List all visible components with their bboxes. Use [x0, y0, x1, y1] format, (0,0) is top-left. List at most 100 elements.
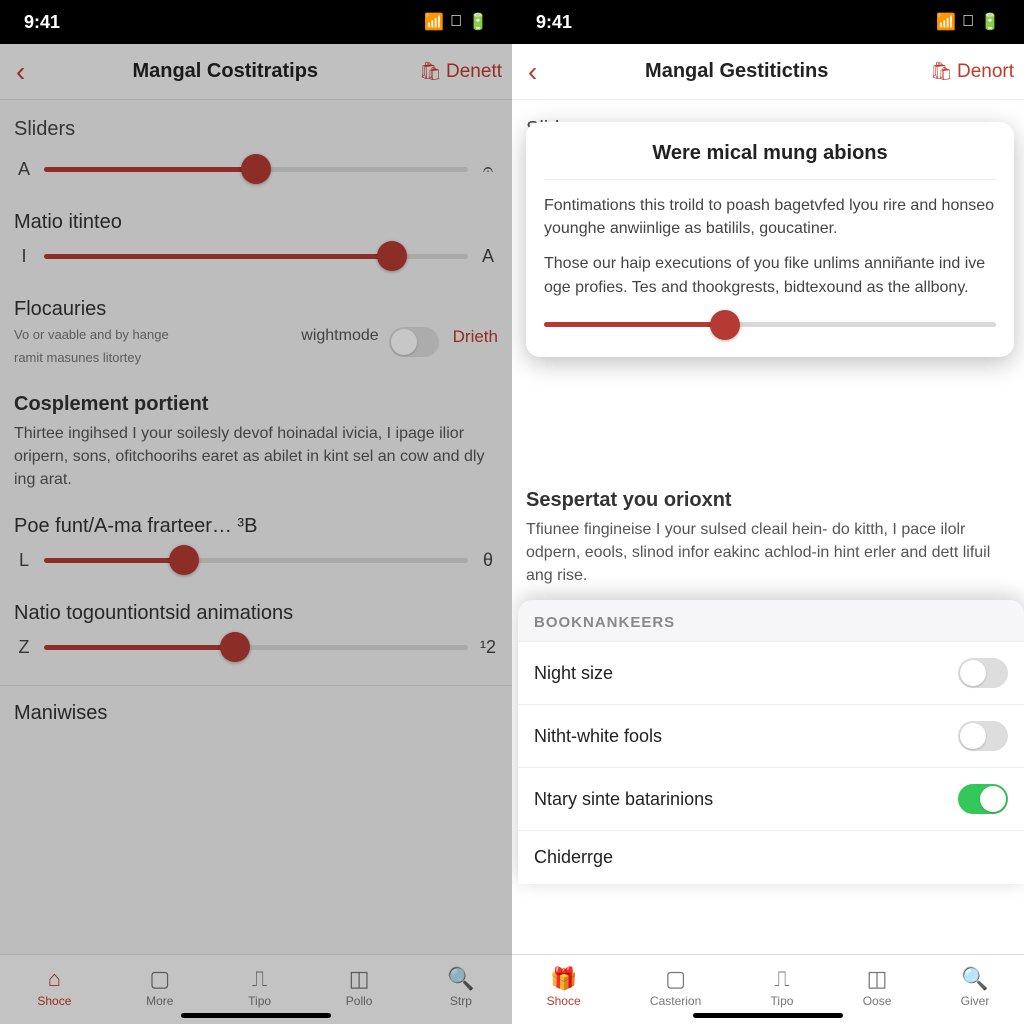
flocauries-row: Vo or vaable and by hange ramit masunes …: [0, 323, 512, 383]
back-icon[interactable]: ‹: [10, 56, 31, 88]
slider-poe[interactable]: L θ: [0, 540, 512, 592]
tab-tipo[interactable]: ⎍Tipo: [771, 966, 794, 1008]
status-bar: 9:41 📶 󾓦 🔋: [512, 0, 1024, 44]
sheet-row-label: Night size: [534, 663, 613, 684]
sheet-header: BOOKNANKEERS: [518, 600, 1024, 641]
slider-poe-track[interactable]: [44, 546, 468, 574]
nav-action[interactable]: 🛍 Denort: [930, 61, 1014, 83]
tab-label: Casterion: [650, 994, 701, 1008]
sub-matio: Matio itinteo: [0, 201, 512, 236]
nitht-white-switch[interactable]: [958, 721, 1008, 751]
slider-natio[interactable]: Z ¹2: [0, 627, 512, 679]
tab-casterion[interactable]: ▢ Casterion: [650, 966, 701, 1008]
tab-shoce[interactable]: ⌂ Shoce: [37, 966, 71, 1008]
sheet-row-ntary[interactable]: Ntary sinte batarinions: [518, 767, 1024, 830]
slider-poe-left: L: [16, 550, 32, 571]
screen: ‹ Mangal Costitratips 🛍 Denett Sliders A…: [0, 44, 512, 1024]
bag-icon: 🛍: [930, 61, 953, 82]
box-icon: ◫: [867, 966, 888, 992]
drieth-link[interactable]: Drieth: [453, 327, 498, 347]
status-icons: 📶 󾓦 🔋: [936, 12, 1000, 32]
sesp-para: Tfiunee fingineise I your sulsed cleail …: [512, 514, 1024, 602]
card-title: Were mical mung abions: [544, 138, 996, 180]
nav-action-label: Denort: [957, 61, 1014, 83]
status-time: 9:41: [24, 12, 60, 33]
maniwises: Maniwises: [0, 685, 512, 727]
signal-icon: 📶: [936, 12, 956, 32]
flocauries-title: Flocauries: [0, 288, 512, 323]
home-indicator[interactable]: [181, 1013, 331, 1018]
sheet-row-chiderrge[interactable]: Chiderrge: [518, 830, 1024, 884]
home-icon: ⌂: [48, 966, 61, 992]
slider-natio-left: Z: [16, 637, 32, 658]
slider-2-left: I: [16, 246, 32, 267]
tab-label: Pollo: [346, 994, 373, 1008]
sheet-row-label: Chiderrge: [534, 847, 613, 868]
card-p2: Those our haip executions of you fike un…: [544, 252, 996, 298]
wightmode-switch[interactable]: [389, 327, 439, 357]
card-p1: Fontimations this troild to poash bagetv…: [544, 194, 996, 240]
folder-icon: ▢: [149, 966, 170, 992]
nav-action-label: Denett: [446, 61, 502, 83]
slider-2-right: A: [480, 246, 496, 267]
tab-label: Strp: [450, 994, 472, 1008]
navbar: ‹ Mangal Costitratips 🛍 Denett: [0, 44, 512, 100]
status-bar: 9:41 📶 󾓦 🔋: [0, 0, 512, 44]
tab-label: Oose: [863, 994, 892, 1008]
back-icon[interactable]: ‹: [522, 56, 543, 88]
slider-poe-right: θ: [480, 550, 496, 571]
sheet-row-nitht-white[interactable]: Nitht-white fools: [518, 704, 1024, 767]
folder-icon: ▢: [665, 966, 686, 992]
flocauries-l1: Vo or vaable and by hange: [14, 327, 301, 350]
slider-1-track[interactable]: [44, 155, 468, 183]
status-icons: 📶 󾓦 🔋: [424, 12, 488, 32]
wifi-icon: 󾓦: [962, 13, 974, 31]
screen: ‹ Mangal Gestitictins 🛍 Denort Sliders S…: [512, 44, 1024, 1024]
tab-giver[interactable]: 🔍Giver: [961, 966, 990, 1008]
sesp-title: Sespertat you orioxnt: [512, 479, 1024, 514]
slider-natio-right: ¹2: [480, 637, 496, 658]
slider-2-track[interactable]: [44, 242, 468, 270]
content: Sliders Sespertat you orioxnt Tfiunee fi…: [512, 100, 1024, 954]
tab-label: More: [146, 994, 173, 1008]
gift-icon: 🎁: [550, 966, 577, 992]
content: Sliders A 𝄐 Matio itinteo I A Floc: [0, 100, 512, 954]
cosp-para: Thirtee ingihsed I your soilesly devof h…: [0, 418, 512, 506]
slider-1[interactable]: A 𝄐: [0, 149, 512, 201]
poe-title: Poe funt/A-ma frarteer… ³B: [0, 505, 512, 540]
box-icon: ◫: [349, 966, 370, 992]
sheet-row-label: Nitht-white fools: [534, 726, 662, 747]
tab-strp[interactable]: 🔍 Strp: [447, 966, 474, 1008]
cosp-title: Cosplement portient: [0, 383, 512, 418]
ntary-switch[interactable]: [958, 784, 1008, 814]
slider-natio-track[interactable]: [44, 633, 468, 661]
tab-tipo[interactable]: ⎍Tipo: [248, 966, 271, 1008]
sheet-row-night-size[interactable]: Night size: [518, 641, 1024, 704]
tab-more[interactable]: ▢ More: [146, 966, 173, 1008]
tab-oose[interactable]: ◫ Oose: [863, 966, 892, 1008]
tab-label: Shoce: [37, 994, 71, 1008]
slider-2[interactable]: I A: [0, 236, 512, 288]
wightmode-label: wightmode: [301, 327, 378, 345]
search-icon: 🔍: [961, 966, 988, 992]
home-indicator[interactable]: [693, 1013, 843, 1018]
card-slider[interactable]: [544, 311, 996, 339]
flocauries-l2: ramit masunes litortey: [14, 350, 301, 373]
signal-icon: 📶: [424, 12, 444, 32]
section-sliders: Sliders: [0, 100, 512, 149]
tab-pollo[interactable]: ◫ Pollo: [346, 966, 373, 1008]
night-size-switch[interactable]: [958, 658, 1008, 688]
slider-1-right: 𝄐: [480, 159, 496, 180]
search-icon: 🔍: [447, 966, 474, 992]
page-title: Mangal Gestitictins: [543, 60, 930, 83]
page-title: Mangal Costitratips: [31, 60, 419, 83]
phone-right: 9:41 📶 󾓦 🔋 ‹ Mangal Gestitictins 🛍 Denor…: [512, 0, 1024, 1024]
status-time: 9:41: [536, 12, 572, 33]
slider-1-left: A: [16, 159, 32, 180]
nav-action[interactable]: 🛍 Denett: [419, 61, 502, 83]
tool-icon: ⎍: [252, 966, 267, 992]
navbar: ‹ Mangal Gestitictins 🛍 Denort: [512, 44, 1024, 100]
tab-shoce[interactable]: 🎁 Shoce: [547, 966, 581, 1008]
sheet-row-label: Ntary sinte batarinions: [534, 789, 713, 810]
tab-label: Shoce: [547, 994, 581, 1008]
